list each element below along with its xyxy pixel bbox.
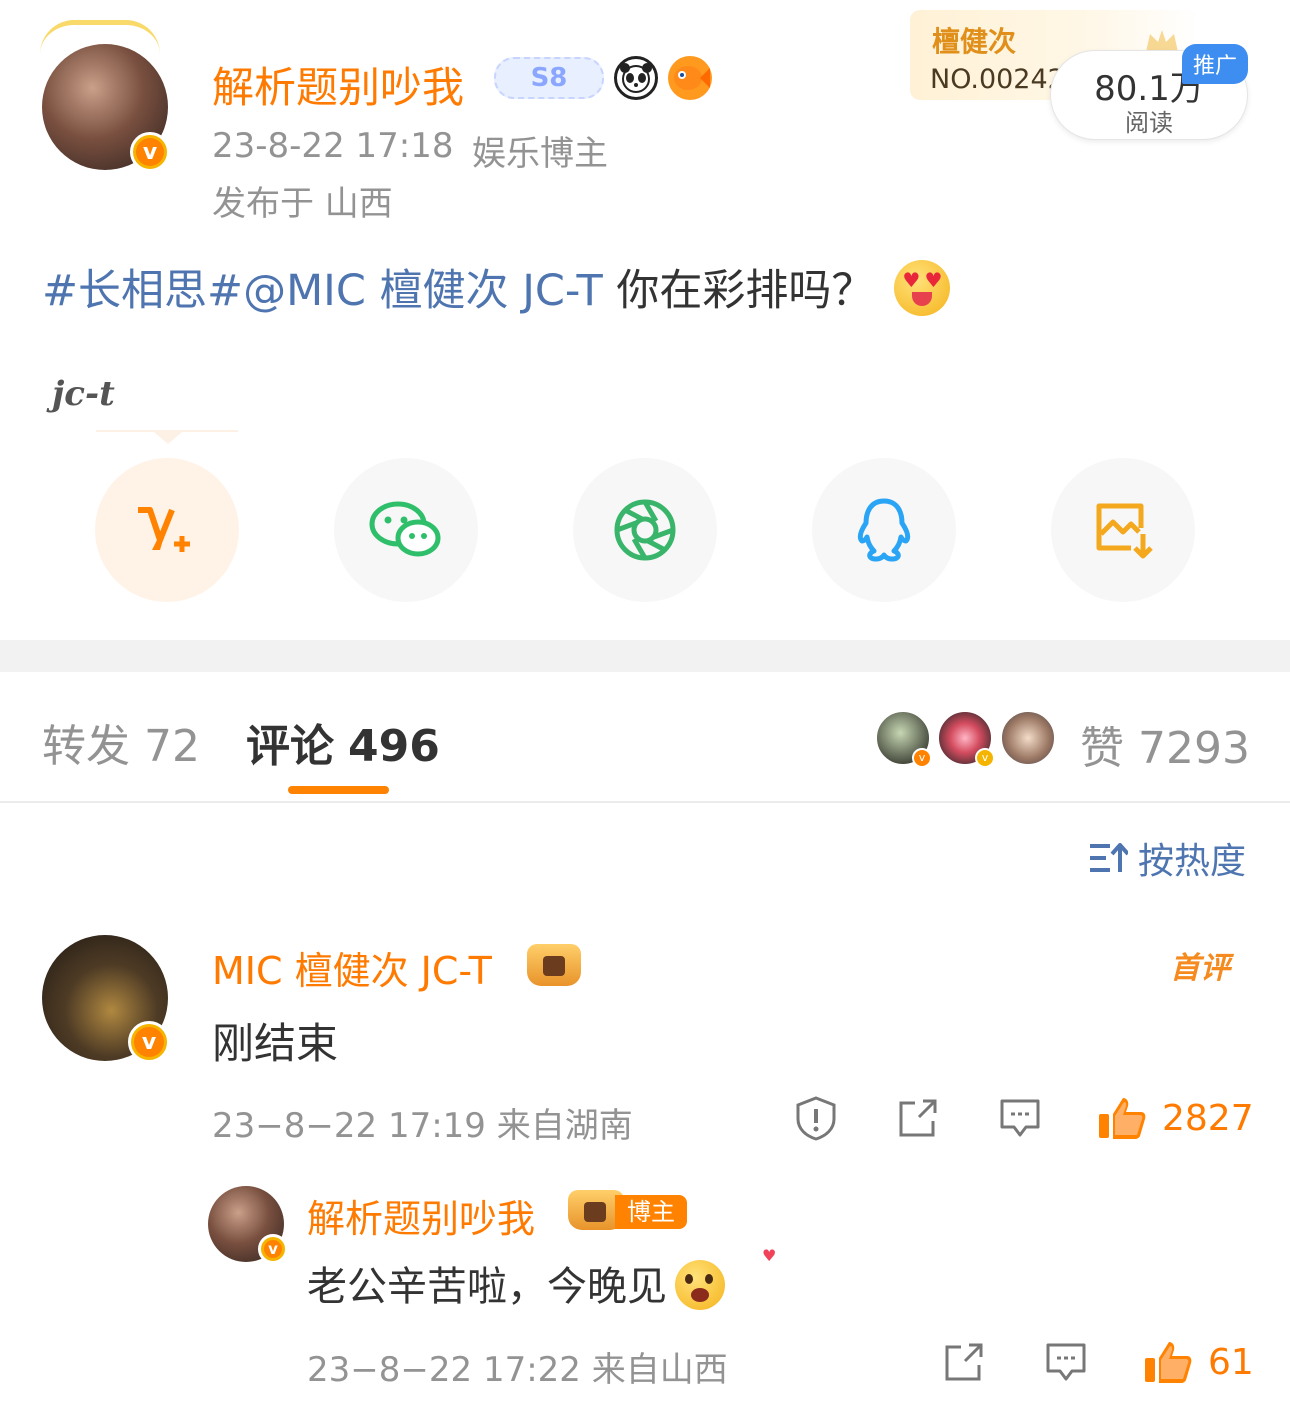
tab-likes-label: 赞 bbox=[1080, 723, 1124, 774]
comment-icon bbox=[1046, 1343, 1086, 1381]
comment-icon bbox=[1000, 1099, 1040, 1137]
tab-likes[interactable]: 赞 7293 bbox=[1080, 712, 1250, 776]
reply-like-count: 61 bbox=[1208, 1342, 1254, 1383]
first-comment-tag: 首评 bbox=[1170, 943, 1230, 987]
tab-repost-count: 72 bbox=[144, 721, 200, 772]
thumbs-up-icon bbox=[1145, 1342, 1192, 1383]
post-location: 发布于 山西 bbox=[212, 184, 393, 224]
like-button[interactable] bbox=[1096, 1092, 1148, 1144]
author-name[interactable]: 解析题别吵我 bbox=[212, 54, 464, 115]
post-timestamp: 23-8-22 17:18 bbox=[212, 126, 454, 166]
reply-avatar[interactable]: v bbox=[208, 1186, 288, 1264]
reply-text-content: 老公辛苦啦，今晚见 bbox=[307, 1264, 667, 1310]
like-count: 2827 bbox=[1162, 1098, 1254, 1139]
share-icon bbox=[945, 1343, 983, 1381]
report-button[interactable] bbox=[792, 1094, 840, 1142]
repost-comment-button[interactable] bbox=[894, 1094, 942, 1142]
verified-icon: v bbox=[258, 1234, 288, 1264]
thumbs-up-icon bbox=[1099, 1098, 1146, 1139]
tooltip-arrow bbox=[154, 432, 182, 444]
verified-icon: v bbox=[130, 132, 170, 172]
author-tag: 娱乐博主 bbox=[472, 134, 608, 174]
comment-text: 刚结束 bbox=[212, 1019, 339, 1068]
active-tab-indicator bbox=[288, 786, 389, 794]
wechat-share-button[interactable] bbox=[334, 458, 478, 602]
comment-meta: 23−8−22 17:19 来自湖南 bbox=[212, 1106, 633, 1146]
mention-link[interactable]: @MIC 檀健次 JC-T bbox=[243, 266, 603, 316]
tab-likes-count: 7293 bbox=[1138, 723, 1250, 774]
image-watermark: jc-t bbox=[52, 374, 115, 414]
qq-share-button[interactable] bbox=[812, 458, 956, 602]
liker-avatar[interactable] bbox=[1000, 710, 1056, 766]
verified-icon: v bbox=[912, 748, 932, 768]
moments-share-button[interactable] bbox=[573, 458, 717, 602]
report-icon bbox=[796, 1096, 836, 1141]
reply-author-name[interactable]: 解析题别吵我 bbox=[307, 1188, 535, 1243]
heart-eyes-emoji-icon bbox=[894, 259, 951, 316]
commenter-name[interactable]: MIC 檀健次 JC-T bbox=[212, 940, 492, 995]
verified-icon: v bbox=[128, 1021, 170, 1063]
save-image-icon bbox=[1096, 503, 1153, 559]
author-avatar[interactable]: v bbox=[42, 44, 170, 172]
sort-icon bbox=[1090, 843, 1128, 872]
commenter-avatar[interactable]: v bbox=[42, 935, 170, 1063]
promo-title: 檀健次 bbox=[932, 25, 1017, 58]
v-plus-icon bbox=[138, 507, 190, 552]
sort-label: 按热度 bbox=[1138, 841, 1247, 882]
tab-comment-count: 496 bbox=[348, 721, 440, 772]
fish-icon bbox=[668, 56, 712, 100]
section-divider bbox=[0, 640, 1290, 672]
moments-icon bbox=[614, 499, 676, 561]
sort-by-hot-button[interactable]: 按热度 bbox=[1088, 832, 1246, 884]
tab-comment-label: 评论 bbox=[246, 721, 334, 772]
reply-like-button[interactable] bbox=[1142, 1336, 1194, 1388]
reply-to-reply-button[interactable] bbox=[1042, 1338, 1090, 1386]
qq-icon bbox=[857, 498, 911, 562]
author-badges: S8 bbox=[494, 56, 712, 100]
tab-repost[interactable]: 转发 72 bbox=[42, 710, 200, 774]
reply-text: 老公辛苦啦，今晚见 bbox=[307, 1254, 725, 1314]
share-icon bbox=[899, 1099, 937, 1137]
owner-tag: 博主 bbox=[615, 1195, 687, 1229]
heart-icon: ♥ bbox=[762, 1246, 777, 1265]
reply-button[interactable] bbox=[996, 1094, 1044, 1142]
read-count-label: 阅读 bbox=[1125, 109, 1173, 137]
post-content: #长相思#@MIC 檀健次 JC-T 你在彩排吗？ bbox=[42, 256, 951, 322]
verified-icon: v bbox=[975, 748, 995, 768]
wechat-icon bbox=[369, 501, 441, 557]
panda-icon bbox=[614, 56, 658, 100]
surprised-emoji-icon bbox=[675, 1260, 725, 1310]
topic-link[interactable]: #长相思# bbox=[42, 266, 243, 316]
fan-crown-badge-icon bbox=[527, 944, 581, 986]
promoted-badge: 推广 bbox=[1182, 44, 1248, 84]
save-image-share-button[interactable] bbox=[1051, 458, 1195, 602]
level-badge: S8 bbox=[494, 57, 604, 99]
v-plus-share-button[interactable] bbox=[95, 458, 239, 602]
repost-reply-button[interactable] bbox=[940, 1338, 988, 1386]
tab-comment[interactable]: 评论 496 bbox=[246, 710, 440, 774]
tabs-divider bbox=[0, 801, 1290, 803]
tab-repost-label: 转发 bbox=[42, 721, 130, 772]
reply-meta: 23−8−22 17:22 来自山西 bbox=[307, 1350, 728, 1390]
promo-number: NO.00242 bbox=[930, 64, 1065, 95]
post-text: 你在彩排吗？ bbox=[602, 266, 875, 316]
